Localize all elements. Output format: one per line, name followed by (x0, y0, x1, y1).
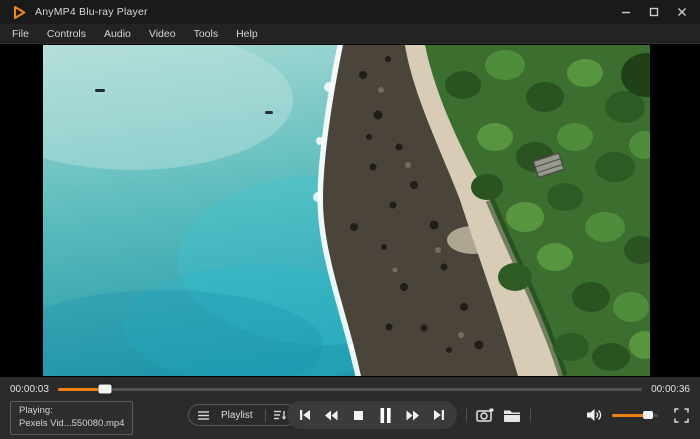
folder-icon (503, 409, 521, 422)
list-icon (198, 411, 209, 420)
maximize-button[interactable] (648, 6, 660, 18)
menu-audio[interactable]: Audio (95, 24, 140, 44)
titlebar: AnyMP4 Blu-ray Player (0, 0, 700, 24)
skip-previous-button[interactable] (294, 405, 314, 425)
seek-row: 00:00:03 00:00:36 (0, 381, 700, 397)
skip-previous-icon (298, 409, 311, 421)
video-scene (43, 45, 650, 376)
mute-button[interactable] (586, 408, 603, 422)
window-controls (620, 6, 688, 18)
close-icon (677, 7, 687, 17)
close-button[interactable] (676, 6, 688, 18)
playlist-order-icon[interactable] (274, 410, 287, 421)
volume-slider[interactable] (612, 414, 658, 417)
skip-next-button[interactable] (430, 405, 450, 425)
speaker-icon (586, 408, 603, 422)
fullscreen-button[interactable] (674, 408, 689, 423)
video-stage (0, 44, 700, 377)
stop-icon (353, 410, 364, 421)
volume-handle[interactable] (643, 411, 653, 419)
total-time: 00:00:36 (651, 384, 690, 395)
app-title: AnyMP4 Blu-ray Player (35, 6, 148, 18)
app-window: AnyMP4 Blu-ray Player File Controls Aud (0, 0, 700, 439)
transport-controls (287, 401, 457, 429)
menu-file[interactable]: File (3, 24, 38, 44)
minimize-icon (621, 7, 631, 17)
menu-help[interactable]: Help (227, 24, 267, 44)
menu-video[interactable]: Video (140, 24, 185, 44)
pause-icon (379, 408, 392, 423)
menubar: File Controls Audio Video Tools Help (0, 24, 700, 44)
divider (530, 408, 531, 422)
open-folder-button[interactable] (503, 409, 521, 422)
now-playing-box: Playing: Pexels Vid...550080.mp4 (10, 401, 133, 435)
fullscreen-icon (674, 408, 689, 423)
playlist-button[interactable]: Playlist (188, 404, 297, 426)
seek-handle[interactable] (98, 385, 111, 394)
app-logo-icon (12, 5, 27, 20)
stop-button[interactable] (348, 405, 368, 425)
seek-bar[interactable] (58, 388, 642, 391)
snapshot-button[interactable] (476, 408, 494, 422)
menu-controls[interactable]: Controls (38, 24, 95, 44)
now-playing-label: Playing: (19, 405, 124, 418)
playlist-label: Playlist (217, 410, 257, 421)
pause-button[interactable] (376, 405, 396, 425)
video-display[interactable] (43, 45, 650, 376)
divider (466, 408, 467, 422)
rewind-icon (324, 410, 338, 421)
maximize-icon (649, 7, 659, 17)
pill-divider (265, 409, 266, 422)
elapsed-time: 00:00:03 (10, 384, 49, 395)
rewind-button[interactable] (321, 405, 341, 425)
volume-group (586, 401, 689, 429)
snapshot-camera-icon (476, 408, 494, 422)
control-panel: 00:00:03 00:00:36 Playing: Pexels Vid...… (0, 377, 700, 439)
now-playing-filename: Pexels Vid...550080.mp4 (19, 418, 124, 431)
snapshot-group (466, 401, 531, 429)
skip-next-icon (433, 409, 446, 421)
fast-forward-icon (406, 410, 420, 421)
fast-forward-button[interactable] (403, 405, 423, 425)
minimize-button[interactable] (620, 6, 632, 18)
menu-tools[interactable]: Tools (185, 24, 228, 44)
